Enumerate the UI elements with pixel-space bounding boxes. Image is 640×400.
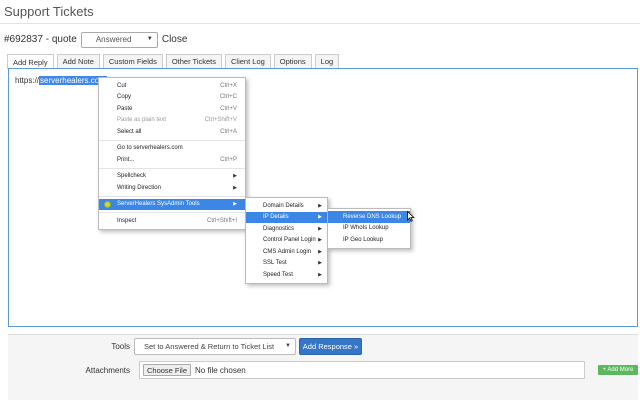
tools-select[interactable]: Set to Answered & Return to Ticket List … xyxy=(134,338,296,355)
menu-item-ip-details[interactable]: IP Details ▶ xyxy=(246,211,327,223)
menu-item-shortcut: Ctrl+A xyxy=(220,128,237,135)
add-more-button[interactable]: + Add More xyxy=(598,365,638,375)
tab-add-reply[interactable]: Add Reply xyxy=(7,54,54,69)
menu-item-shortcut: Ctrl+X xyxy=(220,82,237,89)
menu-item-shortcut: Ctrl+P xyxy=(220,156,237,163)
chevron-down-icon: ▼ xyxy=(146,35,153,42)
menu-separator xyxy=(99,139,245,141)
tab-other-tickets[interactable]: Other Tickets xyxy=(165,54,223,68)
menu-item-label: Print... xyxy=(117,156,135,163)
add-response-button[interactable]: Add Response » xyxy=(299,338,362,355)
menu-item-spellcheck[interactable]: Spellcheck ▶ xyxy=(99,171,245,183)
menu-item-inspect[interactable]: Inspect Ctrl+Shift+I xyxy=(99,215,245,227)
menu-item-label: Paste xyxy=(117,105,133,112)
menu-item-label: Reverse DNS Lookup xyxy=(343,213,402,220)
submenu-arrow-icon: ▶ xyxy=(318,271,322,278)
tab-custom-fields[interactable]: Custom Fields xyxy=(102,54,163,68)
page-title: Support Tickets xyxy=(4,4,94,19)
tab-options[interactable]: Options xyxy=(273,54,312,68)
menu-item-label: ServerHealers SysAdmin Tools xyxy=(117,201,200,208)
menu-item-cut[interactable]: Cut Ctrl+X xyxy=(99,80,245,92)
ticket-tabs: Add Reply Add Note Custom Fields Other T… xyxy=(7,54,342,69)
tools-select-value: Set to Answered & Return to Ticket List xyxy=(144,342,275,351)
menu-item-label: SSL Test xyxy=(263,260,287,267)
choose-file-button[interactable]: Choose File xyxy=(143,364,192,376)
menu-item-label: Writing Direction xyxy=(117,184,161,191)
menu-item-control-panel-login[interactable]: Control Panel Login ▶ xyxy=(246,235,327,247)
ticket-id: #692837 - quote xyxy=(4,34,77,45)
menu-item-cms-admin-login[interactable]: CMS Admin Login ▶ xyxy=(246,246,327,258)
extension-icon xyxy=(104,200,111,208)
ticket-header: #692837 - quote Answered ▼ Close xyxy=(4,31,187,48)
submenu-arrow-icon: ▶ xyxy=(318,237,322,244)
attachment-input: Choose File No file chosen xyxy=(139,361,585,379)
menu-item-label: Domain Details xyxy=(263,202,304,209)
sysadmin-tools-submenu: Domain Details ▶ IP Details ▶ Diagnostic… xyxy=(245,197,328,284)
menu-item-ip-geo[interactable]: IP Geo Lookup xyxy=(328,234,410,246)
ip-details-submenu: Reverse DNS Lookup IP WhoIs Lookup IP Ge… xyxy=(327,208,411,249)
no-file-text: No file chosen xyxy=(195,365,246,375)
menu-item-diagnostics[interactable]: Diagnostics ▶ xyxy=(246,223,327,235)
menu-item-label: Spellcheck xyxy=(117,173,147,180)
chevron-down-icon: ▼ xyxy=(285,343,291,349)
menu-item-sysadmin-tools[interactable]: ServerHealers SysAdmin Tools ▶ xyxy=(99,198,245,210)
menu-separator xyxy=(99,167,245,169)
menu-item-ip-whois[interactable]: IP WhoIs Lookup xyxy=(328,223,410,235)
submenu-arrow-icon: ▶ xyxy=(318,214,322,221)
menu-separator xyxy=(99,195,245,197)
menu-item-go-to[interactable]: Go to serverhealers.com xyxy=(99,143,245,155)
attachments-label: Attachments xyxy=(85,366,130,375)
tab-client-log[interactable]: Client Log xyxy=(225,54,271,68)
menu-item-label: CMS Admin Login xyxy=(263,248,312,255)
submenu-arrow-icon: ▶ xyxy=(318,248,322,255)
menu-item-label: IP Geo Lookup xyxy=(343,236,383,243)
menu-item-speed-test[interactable]: Speed Test ▶ xyxy=(246,269,327,281)
tab-log[interactable]: Log xyxy=(314,54,340,68)
menu-item-shortcut: Ctrl+Shift+I xyxy=(206,217,237,224)
menu-item-paste-plain: Paste as plain text Ctrl+Shift+V xyxy=(99,115,245,127)
menu-item-domain-details[interactable]: Domain Details ▶ xyxy=(246,200,327,212)
menu-item-shortcut: Ctrl+V xyxy=(220,105,237,112)
menu-item-ssl-test[interactable]: SSL Test ▶ xyxy=(246,258,327,270)
status-select-value: Answered xyxy=(95,35,132,44)
menu-item-label: IP Details xyxy=(263,214,289,221)
menu-item-label: Paste as plain text xyxy=(117,117,167,124)
menu-item-label: Inspect xyxy=(117,217,137,224)
menu-item-print[interactable]: Print... Ctrl+P xyxy=(99,154,245,166)
menu-item-reverse-dns[interactable]: Reverse DNS Lookup xyxy=(328,211,410,223)
menu-item-label: IP WhoIs Lookup xyxy=(343,225,389,232)
menu-item-select-all[interactable]: Select all Ctrl+A xyxy=(99,126,245,138)
submenu-arrow-icon: ▶ xyxy=(233,173,237,180)
close-link[interactable]: Close xyxy=(162,34,188,45)
submenu-arrow-icon: ▶ xyxy=(318,202,322,209)
menu-item-writing-direction[interactable]: Writing Direction ▶ xyxy=(99,182,245,194)
menu-separator xyxy=(99,212,245,213)
menu-item-label: Go to serverhealers.com xyxy=(117,145,183,152)
menu-item-label: Copy xyxy=(117,94,132,101)
editor-prefix-text: https:// xyxy=(15,76,40,85)
menu-item-shortcut: Ctrl+Shift+V xyxy=(204,117,237,124)
menu-item-label: Control Panel Login xyxy=(263,237,316,244)
menu-item-copy[interactable]: Copy Ctrl+C xyxy=(99,92,245,104)
menu-item-paste[interactable]: Paste Ctrl+V xyxy=(99,103,245,115)
mouse-cursor-icon xyxy=(407,211,415,222)
menu-item-shortcut: Ctrl+C xyxy=(219,94,237,101)
editor-selected-text: serverhealers.com xyxy=(39,76,107,85)
status-select[interactable]: Answered ▼ xyxy=(80,31,158,48)
menu-item-label: Cut xyxy=(117,82,127,89)
submenu-arrow-icon: ▶ xyxy=(318,260,322,267)
submenu-arrow-icon: ▶ xyxy=(318,225,322,232)
submenu-arrow-icon: ▶ xyxy=(233,201,237,208)
editor-content: https://serverhealers.com xyxy=(15,76,107,85)
context-menu: Cut Ctrl+X Copy Ctrl+C Paste Ctrl+V Past… xyxy=(98,77,246,230)
tab-add-note[interactable]: Add Note xyxy=(56,54,100,68)
title-divider xyxy=(0,23,640,24)
menu-item-label: Select all xyxy=(117,128,142,135)
menu-item-label: Diagnostics xyxy=(263,225,295,232)
menu-item-label: Speed Test xyxy=(263,271,293,278)
tools-label: Tools xyxy=(111,342,130,351)
submenu-arrow-icon: ▶ xyxy=(233,184,237,191)
